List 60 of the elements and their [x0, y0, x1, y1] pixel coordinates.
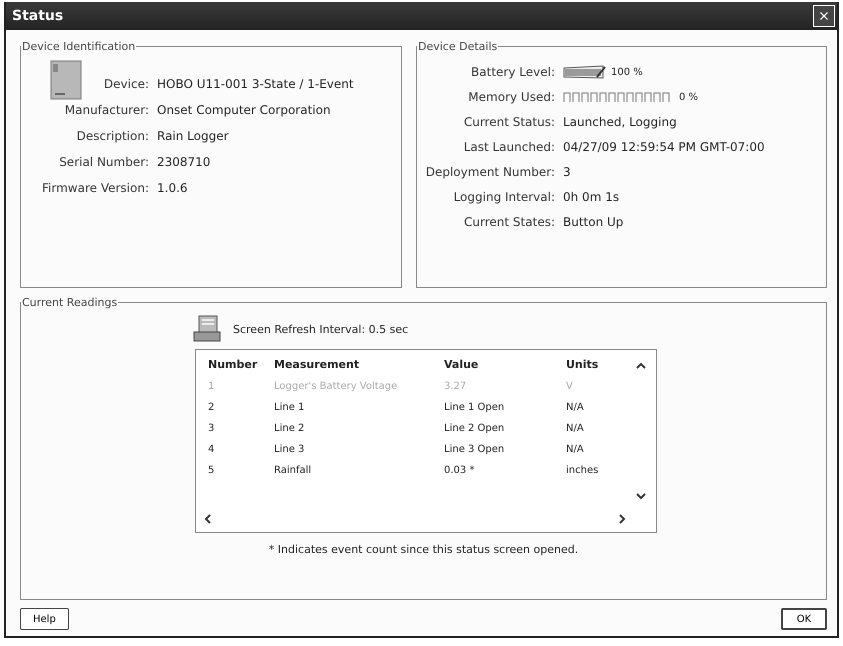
field-value: 3 — [563, 165, 571, 179]
field-label: Logging Interval: — [452, 190, 555, 204]
group-title: Device Details — [417, 40, 498, 53]
field-label: Last Launched: — [462, 140, 555, 154]
field-label: Battery Level: — [470, 65, 555, 79]
field-value: Launched, Logging — [563, 115, 677, 129]
field-value: Button Up — [563, 215, 624, 229]
field-label: Manufacturer: — [64, 103, 149, 117]
table-cell-text: 3 — [208, 423, 216, 434]
table-cell-text: 0.03 * — [444, 465, 476, 476]
field-value: 04/27/09 12:59:54 PM GMT-07:00 — [563, 140, 765, 154]
field-label: Memory Used: — [467, 90, 555, 104]
table-cell-text: Rainfall — [274, 465, 312, 476]
field-value: HOBO U11-001 3-State / 1-Event — [157, 77, 355, 91]
column-header: Measurement — [274, 358, 360, 371]
field-value: 2308710 — [157, 155, 212, 169]
field-label: Description: — [76, 129, 149, 143]
table-cell-text: Line 3 Open — [444, 444, 506, 455]
field-value: 1.0.6 — [157, 181, 189, 195]
field-value: 0h 0m 1s — [563, 190, 620, 204]
field-label: Serial Number: — [58, 155, 149, 169]
field-value: Rain Logger — [157, 129, 230, 143]
table-cell-text: Line 1 Open — [444, 402, 506, 413]
logger-device-icon — [49, 59, 83, 101]
table-cell-text: 1 — [208, 381, 216, 392]
field-label: Deployment Number: — [424, 165, 555, 179]
table-cell-text: V — [566, 381, 574, 392]
gauge-reading: 0 % — [679, 92, 698, 102]
footnote-text: * Indicates event count since this status screen opened. — [268, 543, 580, 556]
table-cell-text: N/A — [566, 444, 585, 455]
field-label: Current States: — [463, 215, 555, 229]
table-cell-text: 3.27 — [444, 381, 468, 392]
window-title: Status — [12, 8, 64, 24]
column-header: Units — [566, 358, 600, 371]
gauge-reading: 100 % — [611, 66, 643, 78]
table-cell-text: 2 — [208, 402, 216, 413]
battery-gauge-icon — [563, 65, 607, 79]
column-header: Value — [444, 358, 480, 371]
group-title: Device Identification — [21, 40, 136, 53]
table-cell-text: Line 2 Open — [444, 423, 506, 434]
table-cell-text: inches — [566, 465, 600, 476]
ok-button[interactable]: OK — [781, 608, 827, 630]
help-button[interactable]: Help — [20, 608, 69, 630]
monitor-icon — [193, 315, 223, 343]
table-cell-text: Line 1 — [274, 402, 306, 413]
close-button[interactable]: × — [813, 5, 835, 27]
field-label: Firmware Version: — [41, 181, 149, 195]
table-cell-text: Logger's Battery Voltage — [274, 381, 398, 392]
table-cell-text: Line 3 — [274, 444, 306, 455]
table-cell-text: 5 — [208, 465, 216, 476]
table-cell-text: N/A — [566, 423, 585, 434]
table-cell-text: N/A — [566, 402, 585, 413]
group-title: Current Readings — [21, 296, 118, 309]
table-cell-text: 4 — [208, 444, 216, 455]
field-label: Current Status: — [462, 115, 555, 129]
column-header: Number — [208, 358, 258, 371]
field-label: Device: — [102, 77, 149, 91]
refresh-interval-text: Screen Refresh Interval: 0.5 sec — [233, 322, 408, 336]
field-value: Onset Computer Corporation — [157, 103, 332, 117]
table-cell-text: Line 2 — [274, 423, 306, 434]
